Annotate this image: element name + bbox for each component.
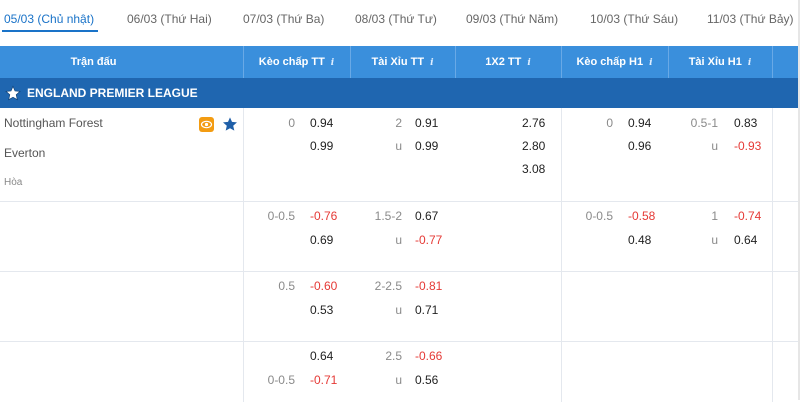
live-stream-icon[interactable] (199, 117, 214, 132)
ou-over-odds[interactable]: -0.66 (415, 349, 442, 363)
h1-ou-line: 1 (711, 209, 718, 223)
date-tab-1003[interactable]: 10/03 (Thứ Sáu) (590, 12, 678, 26)
h1-ou-over-odds[interactable]: 0.83 (734, 116, 757, 130)
ou-line: 2-2.5 (374, 279, 402, 293)
divider (561, 272, 562, 341)
date-tab-0803[interactable]: 08/03 (Thứ Tư) (355, 12, 437, 26)
star-icon[interactable] (5, 85, 21, 101)
h1-ou-over-odds[interactable]: -0.74 (734, 209, 761, 223)
info-icon[interactable]: i (430, 47, 433, 79)
ou-under-label: u (395, 303, 402, 317)
h1-handicap-home-odds[interactable]: 0.94 (628, 116, 651, 130)
divider (772, 272, 773, 341)
info-icon[interactable]: i (649, 47, 652, 79)
col-header-handicap-h1-label: Kèo chấp H1 (576, 56, 644, 68)
col-header-1x2-ft-label: 1X2 TT (485, 56, 522, 68)
odds-row: Nottingham Forest Everton Hòa 0 0.94 0.9… (0, 108, 800, 202)
h1-handicap-line: 0 (606, 116, 613, 130)
draw-label: Hòa (4, 177, 23, 188)
info-icon[interactable]: i (748, 47, 751, 79)
ou-under-odds[interactable]: 0.99 (415, 139, 438, 153)
away-team[interactable]: Everton (4, 146, 45, 160)
ou-under-odds[interactable]: 0.71 (415, 303, 438, 317)
h1-ou-under-label: u (711, 233, 718, 247)
col-header-ou-h1: Tài Xỉu H1 i (668, 46, 772, 78)
h1-ou-under-odds[interactable]: -0.93 (734, 139, 761, 153)
col-header-ou-ft: Tài Xỉu TT i (350, 46, 455, 78)
col-header-ou-ft-label: Tài Xỉu TT (371, 56, 425, 68)
ou-under-label: u (395, 233, 402, 247)
ou-under-label: u (395, 373, 402, 387)
ou-line: 2.5 (385, 349, 402, 363)
divider (243, 272, 244, 341)
ou-line: 2 (395, 116, 402, 130)
date-tab-1103[interactable]: 11/03 (Thứ Bảy) (707, 12, 794, 26)
handicap-home-odds[interactable]: 0.94 (310, 116, 333, 130)
odds-row: 0.5 -0.60 0.53 2-2.5 -0.81 u 0.71 (0, 272, 800, 342)
h1-ou-line: 0.5-1 (690, 116, 718, 130)
home-team[interactable]: Nottingham Forest (4, 116, 103, 130)
league-bar[interactable]: ENGLAND PREMIER LEAGUE (0, 78, 800, 108)
handicap-away-odds[interactable]: 0.53 (310, 303, 333, 317)
odds-row: 0.64 0-0.5 -0.71 2.5 -0.66 u 0.56 (0, 342, 800, 402)
ou-line: 1.5-2 (374, 209, 402, 223)
h1-handicap-away-odds[interactable]: 0.48 (628, 233, 651, 247)
ou-over-odds[interactable]: -0.81 (415, 279, 442, 293)
1x2-away-odds[interactable]: 2.80 (522, 139, 545, 153)
handicap-line: 0 (288, 116, 295, 130)
date-tab-0603[interactable]: 06/03 (Thứ Hai) (127, 12, 212, 26)
divider (772, 108, 773, 201)
divider (243, 202, 244, 271)
divider (561, 202, 562, 271)
divider (243, 108, 244, 201)
ou-over-odds[interactable]: 0.91 (415, 116, 438, 130)
1x2-home-odds[interactable]: 2.76 (522, 116, 545, 130)
date-tabs: 05/03 (Chủ nhật) 06/03 (Thứ Hai) 07/03 (… (0, 0, 800, 46)
favorite-star-icon[interactable] (222, 116, 238, 132)
handicap-line: 0-0.5 (267, 373, 295, 387)
handicap-away-odds[interactable]: -0.71 (310, 373, 337, 387)
divider (772, 342, 773, 402)
date-tab-0903[interactable]: 09/03 (Thứ Năm) (466, 12, 558, 26)
h1-handicap-home-odds[interactable]: -0.58 (628, 209, 655, 223)
col-header-match: Trận đấu (70, 56, 117, 68)
info-icon[interactable]: i (331, 47, 334, 79)
divider (561, 342, 562, 402)
h1-ou-under-label: u (711, 139, 718, 153)
h1-handicap-away-odds[interactable]: 0.96 (628, 139, 651, 153)
h1-ou-under-odds[interactable]: 0.64 (734, 233, 757, 247)
h1-handicap-line: 0-0.5 (585, 209, 613, 223)
info-icon[interactable]: i (527, 47, 530, 79)
handicap-away-odds[interactable]: 0.69 (310, 233, 333, 247)
date-tab-0503[interactable]: 05/03 (Chủ nhật) (1, 12, 99, 32)
date-tab-0703[interactable]: 07/03 (Thứ Ba) (243, 12, 324, 26)
odds-row: 0-0.5 -0.76 0.69 1.5-2 0.67 u -0.77 0-0.… (0, 202, 800, 272)
ou-under-odds[interactable]: -0.77 (415, 233, 442, 247)
odds-table: Trận đấu Kèo chấp TT i Tài Xỉu TT i 1X2 TT… (0, 46, 800, 402)
league-name: ENGLAND PREMIER LEAGUE (27, 86, 198, 100)
handicap-home-odds[interactable]: -0.76 (310, 209, 337, 223)
ou-over-odds[interactable]: 0.67 (415, 209, 438, 223)
divider (772, 202, 773, 271)
ou-under-label: u (395, 139, 402, 153)
1x2-draw-odds[interactable]: 3.08 (522, 162, 545, 176)
header-divider (772, 46, 773, 78)
table-header: Trận đấu Kèo chấp TT i Tài Xỉu TT i 1X2 TT… (0, 46, 800, 78)
col-header-handicap-h1: Kèo chấp H1 i (561, 46, 668, 78)
divider (243, 342, 244, 402)
col-header-1x2-ft: 1X2 TT i (455, 46, 561, 78)
ou-under-odds[interactable]: 0.56 (415, 373, 438, 387)
handicap-home-odds[interactable]: 0.64 (310, 349, 333, 363)
handicap-away-odds[interactable]: 0.99 (310, 139, 333, 153)
handicap-home-odds[interactable]: -0.60 (310, 279, 337, 293)
divider (561, 108, 562, 201)
col-header-ou-h1-label: Tài Xỉu H1 (688, 56, 742, 68)
col-header-handicap-ft: Kèo chấp TT i (243, 46, 350, 78)
handicap-line: 0-0.5 (267, 209, 295, 223)
col-header-handicap-ft-label: Kèo chấp TT (258, 56, 325, 68)
handicap-line: 0.5 (278, 279, 295, 293)
